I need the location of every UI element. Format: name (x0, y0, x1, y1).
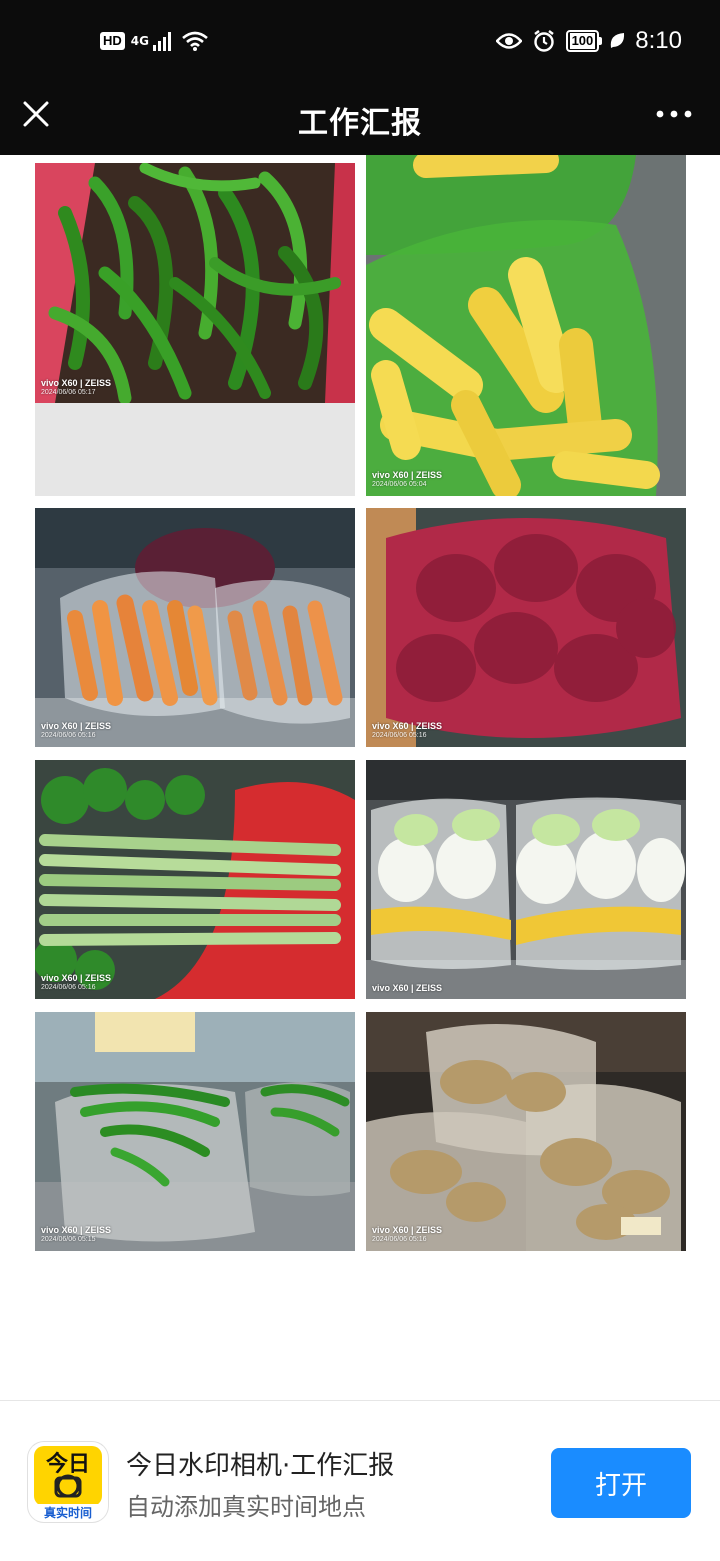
app-icon[interactable]: 今日 真实时间 (28, 1442, 108, 1522)
photo-green-peppers[interactable]: vivo X60 | ZEISS 2024/06/06 05:17 (35, 163, 355, 496)
hd-badge: HD (100, 32, 125, 50)
clock: 8:10 (635, 27, 682, 54)
photo-watermark: vivo X60 | ZEISS (372, 983, 443, 993)
photo-leafy-greens[interactable]: vivo X60 | ZEISS 2024/06/06 05:15 (35, 1012, 355, 1251)
photo-watermark: vivo X60 | ZEISS 2024/06/06 05:04 (372, 470, 443, 488)
power-saving-leaf-icon (611, 33, 625, 48)
open-app-button[interactable]: 打开 (551, 1448, 691, 1518)
app-name: 今日水印相机·工作汇报 (126, 1451, 395, 1481)
app-promo-footer: 今日 真实时间 今日水印相机·工作汇报 自动添加真实时间地点 打开 (0, 1400, 720, 1561)
battery-icon: 100 (565, 30, 602, 52)
page-title: 工作汇报 (298, 106, 422, 141)
photo-corn[interactable]: vivo X60 | ZEISS 2024/06/06 05:04 (366, 155, 686, 496)
photo-ginger[interactable]: vivo X60 | ZEISS 2024/06/06 05:16 (366, 1012, 686, 1251)
photo-watermark: vivo X60 | ZEISS 2024/06/06 05:16 (41, 973, 112, 991)
battery-level: 100 (569, 33, 596, 49)
photo-watermark: vivo X60 | ZEISS 2024/06/06 05:16 (372, 721, 443, 739)
app-icon-top-text: 今日 (45, 1452, 90, 1477)
photo-watermark: vivo X60 | ZEISS 2024/06/06 05:16 (372, 1225, 443, 1243)
wifi-icon (182, 31, 208, 51)
app-description: 自动添加真实时间地点 (126, 1493, 366, 1521)
photo-celery[interactable]: vivo X60 | ZEISS 2024/06/06 05:16 (35, 760, 355, 999)
app-icon-bottom-text: 真实时间 (43, 1506, 92, 1520)
network-type: 4G (130, 34, 149, 48)
status-left: HD 4G (100, 26, 209, 56)
photo-red-onions[interactable]: vivo X60 | ZEISS 2024/06/06 05:16 (366, 508, 686, 747)
status-right: 100 8:10 (495, 24, 682, 58)
alarm-icon (533, 30, 554, 52)
status-bar: HD 4G 100 8:10 (0, 0, 720, 84)
photo-watermark: vivo X60 | ZEISS 2024/06/06 05:16 (41, 721, 112, 739)
more-dots-icon (656, 110, 692, 118)
eye-icon (495, 33, 522, 49)
more-button[interactable] (654, 98, 694, 130)
photo-watermark: vivo X60 | ZEISS 2024/06/06 05:17 (41, 378, 112, 396)
title-bar: 工作汇报 (0, 84, 720, 155)
photo-watermark: vivo X60 | ZEISS 2024/06/06 05:15 (41, 1225, 112, 1243)
signal-icon (152, 32, 171, 51)
photo-carrots[interactable]: vivo X60 | ZEISS 2024/06/06 05:16 (35, 508, 355, 747)
photo-napa-cabbage[interactable]: vivo X60 | ZEISS (366, 760, 686, 999)
photo-grid: vivo X60 | ZEISS 2024/06/06 05:17 vivo X… (0, 155, 720, 1400)
